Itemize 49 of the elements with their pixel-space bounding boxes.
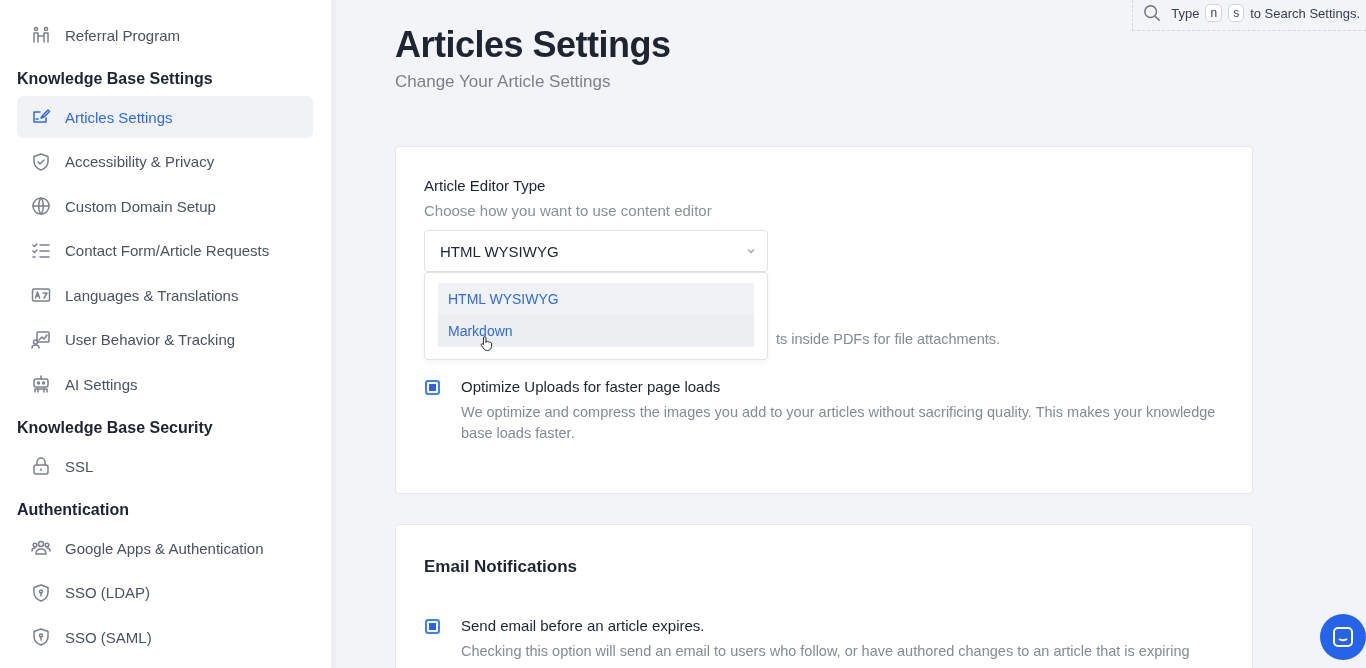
sidebar-item[interactable]: AI Settings — [17, 363, 313, 405]
globe-icon — [31, 196, 51, 216]
chat-icon — [1331, 625, 1355, 649]
hint-text: Type — [1171, 5, 1200, 21]
hand-cursor-icon — [480, 335, 495, 352]
field-description: Choose how you want to use content editor — [424, 202, 713, 219]
search-icon — [1143, 4, 1162, 22]
lock-icon — [31, 456, 51, 476]
sidebar-item[interactable]: Languages & Translations — [17, 274, 313, 316]
sidebar-item[interactable]: Contact Form/Article Requests — [17, 229, 313, 272]
option-description: We optimize and compress the images you add to your articles without sacrificing quality. This makes your knowledge base loads faster. — [461, 403, 1217, 443]
keyboard-key: s — [1228, 4, 1245, 22]
checklist-icon — [31, 240, 51, 261]
users-icon — [31, 538, 51, 558]
shield-icon — [31, 582, 51, 603]
section-heading: Knowledge Base Security — [17, 419, 214, 437]
option-description: Checking this option will send an email to users who follow, or have authored changes to an article that is expiring — [461, 642, 1190, 661]
shield-icon — [31, 627, 51, 647]
checkbox[interactable] — [425, 380, 440, 395]
people-icon — [31, 25, 51, 45]
sidebar-item[interactable]: SSO (LDAP) — [17, 571, 313, 614]
page-subtitle: Change Your Article Settings — [395, 72, 612, 92]
sidebar-item[interactable]: Custom Domain Setup — [17, 185, 313, 227]
dropdown-option[interactable]: HTML WYSIWYG — [438, 283, 754, 315]
section-heading: Authentication — [17, 501, 130, 519]
sidebar-item[interactable]: Articles Settings — [17, 96, 313, 138]
sidebar-item[interactable]: Referral Program — [17, 14, 313, 56]
checkbox[interactable] — [425, 619, 440, 634]
field-label: Article Editor Type — [424, 177, 547, 194]
sidebar-item[interactable]: User Behavior & Tracking — [17, 318, 313, 361]
shield-icon — [31, 151, 51, 172]
chat-button[interactable] — [1320, 614, 1366, 660]
sidebar-item[interactable]: Accessibility & Privacy — [17, 140, 313, 183]
keyboard-key: n — [1205, 4, 1223, 22]
option-title: Send email before an article expires. — [461, 617, 706, 634]
card-heading: Email Notifications — [424, 557, 579, 577]
section-heading: Knowledge Base Settings — [17, 70, 214, 88]
translate-icon — [31, 285, 51, 305]
sidebar-item[interactable]: SSL — [17, 445, 313, 487]
editor-type-select[interactable]: HTML WYSIWYG — [424, 230, 768, 272]
chart-icon — [31, 329, 51, 350]
page-title: Articles Settings — [395, 24, 672, 66]
option-title: Optimize Uploads for faster page loads — [461, 378, 722, 395]
sidebar-item[interactable]: Google Apps & Authentication — [17, 527, 313, 569]
sidebar-item[interactable]: SSO (SAML) — [17, 616, 313, 658]
robot-icon — [31, 374, 51, 394]
search-hint-bar[interactable]: Type n s to Search Settings. — [1132, 0, 1366, 31]
hint-text: to Search Settings. — [1250, 5, 1360, 21]
option-description: ts inside PDFs for file attachments. — [776, 330, 1001, 349]
